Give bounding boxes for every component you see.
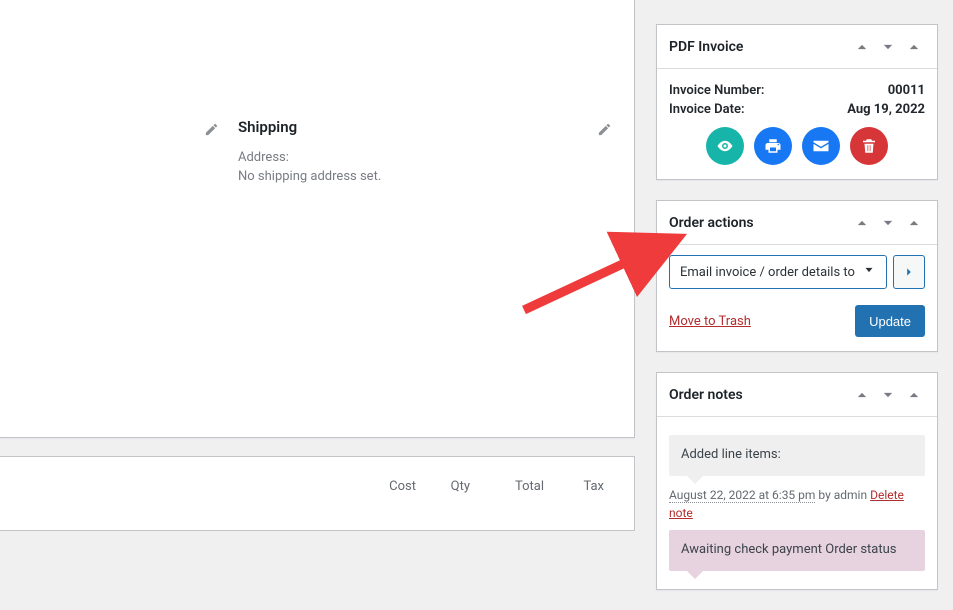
toggle-icon[interactable] <box>907 40 925 54</box>
print-invoice-button[interactable] <box>754 127 792 165</box>
delete-invoice-button[interactable] <box>850 127 888 165</box>
col-cost: Cost <box>356 479 416 494</box>
order-note: Awaiting check payment Order status <box>669 530 925 571</box>
order-actions-title: Order actions <box>669 215 754 231</box>
order-notes-metabox: Order notes Added line items: August 22,… <box>656 372 938 590</box>
chevron-down-icon <box>862 263 876 281</box>
toggle-icon[interactable] <box>907 216 925 230</box>
address-label: Address: <box>238 150 618 165</box>
order-action-select[interactable]: Email invoice / order details to <box>669 255 887 289</box>
invoice-date-label: Invoice Date: <box>669 102 745 117</box>
move-to-trash-link[interactable]: Move to Trash <box>669 314 751 329</box>
main-column: Shipping Address: No shipping address se… <box>0 0 635 531</box>
order-note-by: by admin <box>815 488 870 502</box>
order-action-select-value: Email invoice / order details to <box>680 265 855 280</box>
move-down-icon[interactable] <box>881 216 899 230</box>
order-note-body: Added line items: <box>681 447 781 462</box>
pdf-invoice-title: PDF Invoice <box>669 39 743 55</box>
update-button[interactable]: Update <box>855 305 925 337</box>
email-invoice-button[interactable] <box>802 127 840 165</box>
shipping-section: Shipping Address: No shipping address se… <box>238 118 618 184</box>
order-data-panel: Shipping Address: No shipping address se… <box>0 0 635 438</box>
sidebar: PDF Invoice Invoice Number: 00011 Invoic… <box>656 24 938 610</box>
move-up-icon[interactable] <box>855 388 873 402</box>
invoice-date-value: Aug 19, 2022 <box>847 102 925 117</box>
invoice-number-value: 00011 <box>888 83 925 98</box>
order-note-meta: August 22, 2022 at 6:35 pm by admin Dele… <box>669 486 925 522</box>
invoice-number-label: Invoice Number: <box>669 83 764 98</box>
order-items-panel: Cost Qty Total Tax <box>0 456 635 531</box>
order-note-timestamp: August 22, 2022 at 6:35 pm <box>669 488 815 503</box>
move-up-icon[interactable] <box>855 216 873 230</box>
toggle-icon[interactable] <box>907 388 925 402</box>
col-qty: Qty <box>416 479 470 494</box>
shipping-heading: Shipping <box>238 118 618 136</box>
order-actions-metabox: Order actions Email invoice / order deta… <box>656 200 938 352</box>
order-note: Added line items: <box>669 435 925 476</box>
view-invoice-button[interactable] <box>706 127 744 165</box>
order-notes-header: Order notes <box>657 373 937 417</box>
order-notes-title: Order notes <box>669 387 743 403</box>
col-tax: Tax <box>544 479 604 494</box>
pdf-invoice-header: PDF Invoice <box>657 25 937 69</box>
pdf-invoice-metabox: PDF Invoice Invoice Number: 00011 Invoic… <box>656 24 938 180</box>
no-shipping-text: No shipping address set. <box>238 169 618 184</box>
move-down-icon[interactable] <box>881 40 899 54</box>
run-action-button[interactable] <box>893 255 925 289</box>
items-table-header: Cost Qty Total Tax <box>356 479 604 494</box>
col-total: Total <box>470 479 544 494</box>
move-up-icon[interactable] <box>855 40 873 54</box>
move-down-icon[interactable] <box>881 388 899 402</box>
edit-billing-pencil-icon[interactable] <box>198 116 224 142</box>
order-actions-header: Order actions <box>657 201 937 245</box>
order-note-body: Awaiting check payment Order status <box>681 542 897 557</box>
